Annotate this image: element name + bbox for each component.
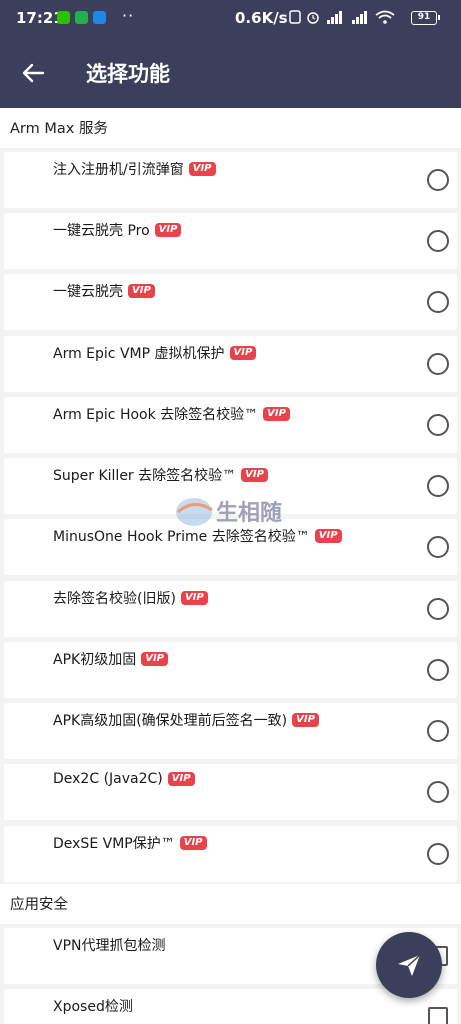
radio-button[interactable] [427,720,449,742]
item-label-text: Arm Epic Hook 去除签名校验™ [53,407,259,423]
vip-badge: VIP [128,284,155,298]
notification-app-icon [93,11,106,24]
radio-button[interactable] [427,843,449,865]
list-item[interactable]: Dex2C (Java2C) VIP [4,764,457,820]
item-label: APK初级加固 VIP [53,649,168,669]
arrow-left-icon[interactable] [20,60,46,86]
radio-button[interactable] [427,414,449,436]
status-icons [289,10,395,24]
wechat-icon [57,11,70,24]
item-label: APK高级加固(确保处理前后签名一致) VIP [53,710,319,730]
list-item[interactable]: 去除签名校验(旧版) VIP [4,581,457,637]
item-label: 一键云脱壳 Pro VIP [53,220,182,240]
list-item[interactable]: Xposed检测 [4,989,457,1024]
app-store-icon [75,11,88,24]
more-notifications-icon: ·· [122,6,135,25]
item-label-text: 注入注册机/引流弹窗 [53,162,184,178]
section-title: Arm Max 服务 [10,121,108,137]
vip-badge: VIP [154,223,182,237]
radio-button[interactable] [427,353,449,375]
item-label: Super Killer 去除签名校验™ VIP [53,465,268,485]
vip-badge: VIP [180,591,208,605]
item-label-text: Dex2C (Java2C) [53,771,163,787]
battery-icon: 91 [411,11,440,25]
wifi-icon [375,10,395,24]
list-item[interactable]: DexSE VMP保护™ VIP [4,826,457,882]
vip-badge: VIP [263,407,290,421]
radio-button[interactable] [427,536,449,558]
vip-badge: VIP [167,772,195,786]
page-title: 选择功能 [86,62,170,86]
item-label-text: APK初级加固 [53,652,137,668]
item-label: Arm Epic VMP 虚拟机保护 VIP [53,343,257,363]
section-title: 应用安全 [10,897,68,913]
network-speed: 0.6K/s [235,9,288,27]
item-label-text: 一键云脱壳 [53,284,123,300]
item-label: 注入注册机/引流弹窗 VIP [53,159,216,179]
section-header-app-security: 应用安全 [0,884,461,924]
nfc-icon [289,10,301,24]
send-icon [398,954,421,976]
radio-button[interactable] [427,169,449,191]
signal-1-icon [327,11,342,24]
vip-badge: VIP [179,836,207,850]
radio-button[interactable] [427,291,449,313]
item-label: 去除签名校验(旧版) VIP [53,588,208,608]
item-label-text: DexSE VMP保护™ [53,836,175,852]
watermark-text: 生相随 [216,500,282,526]
item-label: DexSE VMP保护™ VIP [53,833,207,853]
vip-badge: VIP [314,529,342,543]
item-label-text: Arm Epic VMP 虚拟机保护 [53,346,225,362]
vip-badge: VIP [141,652,168,666]
item-label: Xposed检测 [53,996,133,1016]
item-label: Arm Epic Hook 去除签名校验™ VIP [53,404,290,424]
radio-button[interactable] [427,475,449,497]
item-label-text: Xposed检测 [53,999,133,1015]
watermark: 生相随 [172,488,296,534]
item-label: Dex2C (Java2C) VIP [53,771,195,787]
item-label-text: APK高级加固(确保处理前后签名一致) [53,713,288,729]
item-label: 一键云脱壳 VIP [53,281,155,301]
signal-2-icon [352,11,367,24]
item-label-text: VPN代理抓包检测 [53,938,166,954]
alarm-icon [307,12,319,24]
vip-badge: VIP [188,162,216,176]
radio-button[interactable] [427,230,449,252]
list-item[interactable]: 注入注册机/引流弹窗 VIP [4,152,457,208]
list-item[interactable]: 一键云脱壳 VIP [4,274,457,330]
app-bar: 选择功能 [0,38,461,108]
radio-button[interactable] [427,781,449,803]
item-label: VPN代理抓包检测 [53,935,166,955]
vip-badge: VIP [241,468,268,482]
item-label-text: 一键云脱壳 Pro [53,223,150,239]
list-item[interactable]: Arm Epic VMP 虚拟机保护 VIP [4,336,457,392]
notification-icons [57,11,106,24]
send-button[interactable] [376,932,442,998]
section-header-arm-max: Arm Max 服务 [0,108,461,148]
status-bar: 17:21 ·· 0.6K/s 91 [0,0,461,38]
radio-button[interactable] [427,659,449,681]
item-label-text: Super Killer 去除签名校验™ [53,468,237,484]
item-label-text: 去除签名校验(旧版) [53,591,176,607]
list-item[interactable]: 一键云脱壳 Pro VIP [4,213,457,269]
vip-badge: VIP [292,713,319,727]
feature-list[interactable]: Arm Max 服务 注入注册机/引流弹窗 VIP 一键云脱壳 Pro VIP 一键… [0,108,461,1024]
checkbox[interactable] [428,1007,448,1024]
list-item[interactable]: APK初级加固 VIP [4,642,457,698]
list-item[interactable]: Arm Epic Hook 去除签名校验™ VIP [4,397,457,453]
watermark-logo-icon: 生相随 [176,498,282,526]
radio-button[interactable] [427,598,449,620]
list-item[interactable]: APK高级加固(确保处理前后签名一致) VIP [4,703,457,759]
vip-badge: VIP [229,346,257,360]
